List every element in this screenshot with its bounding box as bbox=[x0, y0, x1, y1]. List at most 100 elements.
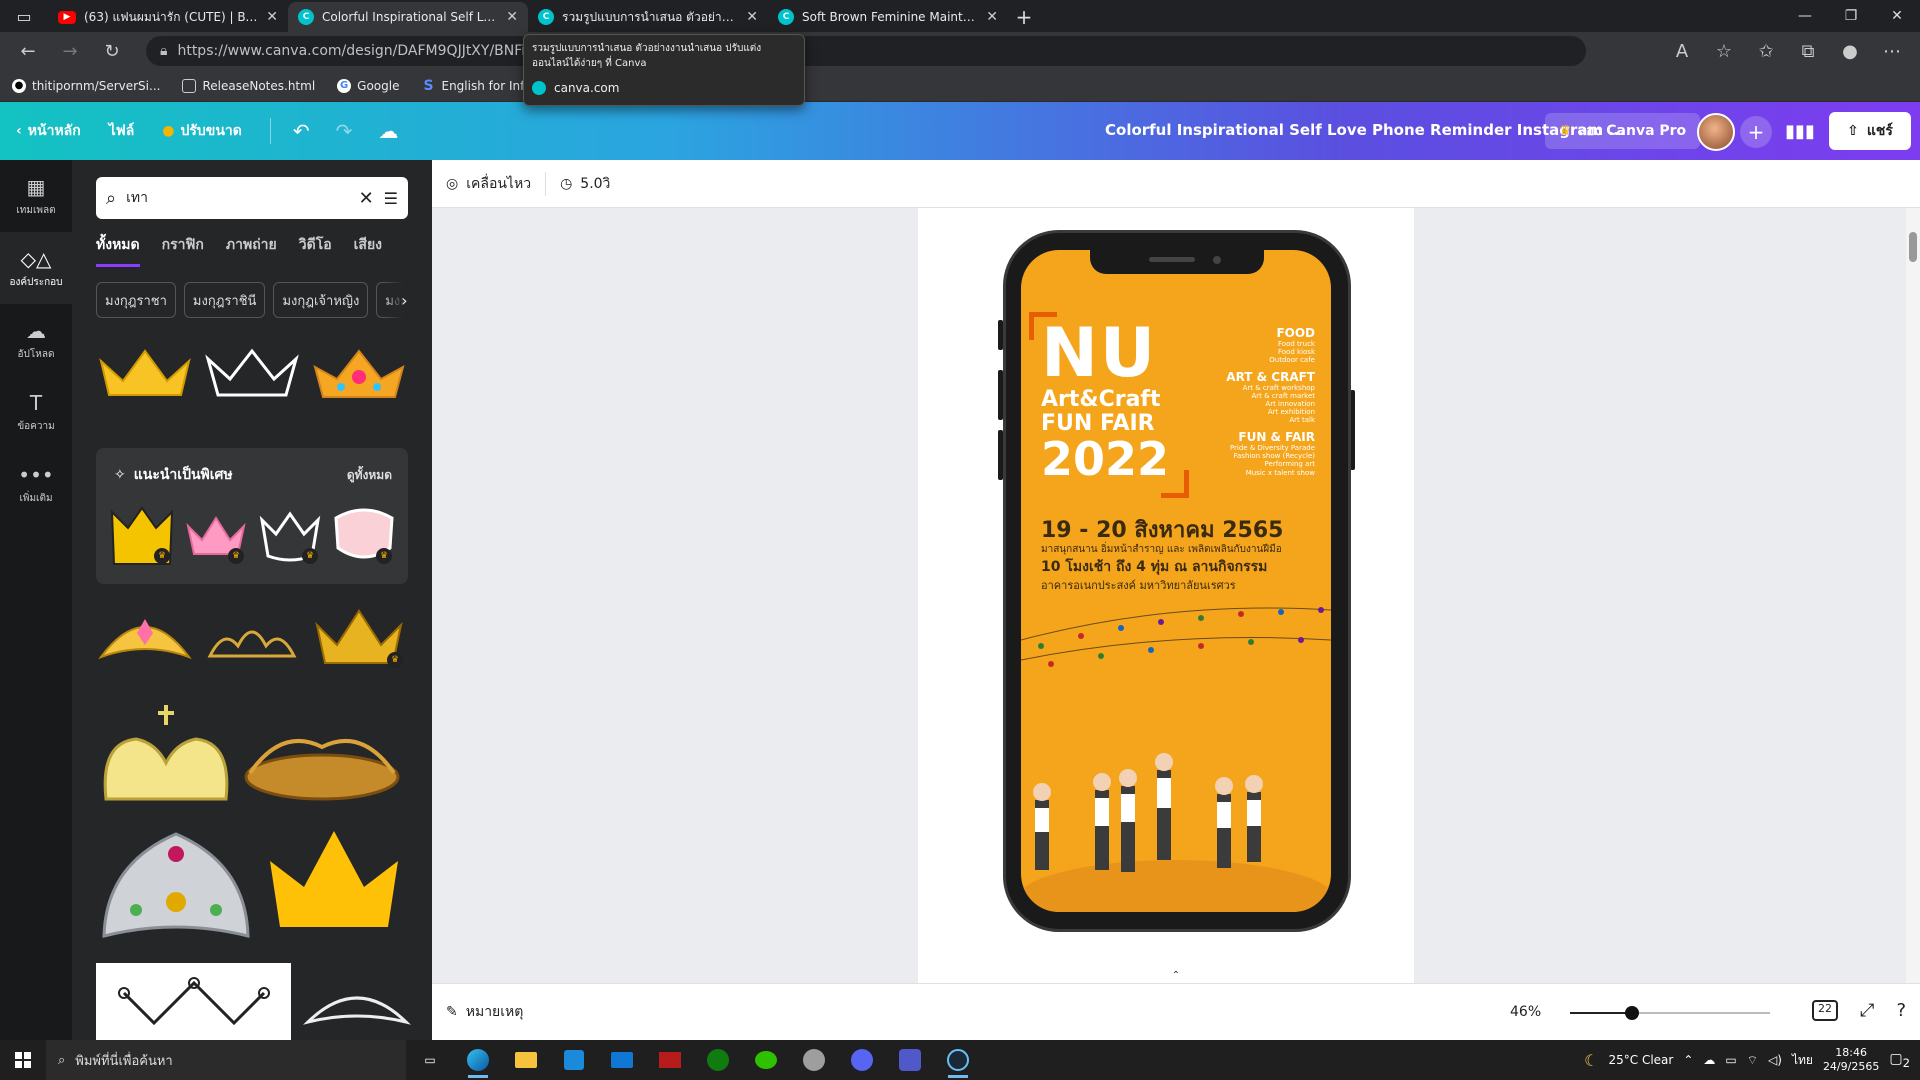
crown-pro-item[interactable]: ♛ bbox=[184, 504, 248, 568]
cloud-icon[interactable]: ☁ bbox=[1703, 1053, 1715, 1067]
store-icon[interactable] bbox=[550, 1040, 598, 1080]
crown-yellow-flat-graphic[interactable] bbox=[264, 814, 404, 950]
clock[interactable]: 18:46 24/9/2565 bbox=[1823, 1046, 1879, 1075]
chevron-right-icon[interactable]: › bbox=[384, 282, 425, 318]
animate-button[interactable]: ◎ เคลื่อนไหว bbox=[446, 173, 531, 195]
language-indicator[interactable]: ไทย bbox=[1792, 1051, 1813, 1070]
restore-icon[interactable]: ❐ bbox=[1828, 0, 1874, 32]
tiara-silver-jeweled-graphic[interactable] bbox=[96, 814, 256, 950]
wechat-icon[interactable] bbox=[742, 1040, 790, 1080]
discord-icon[interactable] bbox=[838, 1040, 886, 1080]
undo-icon[interactable]: ↶ bbox=[293, 119, 310, 143]
help-icon[interactable]: ? bbox=[1896, 1000, 1906, 1021]
bookmark-releasenotes[interactable]: ReleaseNotes.html bbox=[182, 78, 315, 93]
crown-cross-gold-graphic[interactable] bbox=[96, 702, 236, 812]
weather-text[interactable]: 25°C Clear bbox=[1608, 1053, 1673, 1067]
browser-tab-canva-2[interactable]: C รวมรูปแบบการนำเสนอ ตัวอย่างงานนำเ ✕ bbox=[528, 2, 768, 32]
tab-audio[interactable]: เสียง bbox=[354, 234, 382, 267]
crown-line-art-graphic[interactable] bbox=[96, 963, 291, 1040]
close-tab-icon[interactable]: ✕ bbox=[506, 9, 518, 25]
chip-queen-crown[interactable]: มงกุฎราชินี bbox=[183, 282, 266, 318]
crown-jeweled-graphic[interactable] bbox=[310, 343, 407, 403]
close-tab-icon[interactable]: ✕ bbox=[746, 9, 758, 25]
browser-tab-canva-3[interactable]: C Soft Brown Feminine Maintain Yo ✕ bbox=[768, 2, 1008, 32]
bookmark-github[interactable]: ● thitipornm/ServerSi... bbox=[12, 78, 160, 93]
minimize-icon[interactable]: — bbox=[1782, 0, 1828, 32]
game-launcher-icon[interactable] bbox=[790, 1040, 838, 1080]
chip-princess-crown[interactable]: มงกุฎเจ้าหญิง bbox=[273, 282, 369, 318]
tab-videos[interactable]: วิดีโอ bbox=[299, 234, 332, 267]
collections-icon[interactable]: ⧉ bbox=[1790, 35, 1826, 67]
network-icon[interactable]: ⌔ bbox=[1747, 1053, 1758, 1068]
profile-icon[interactable]: ● bbox=[1832, 35, 1868, 67]
resize-button[interactable]: ● ปรับขนาด bbox=[162, 120, 242, 142]
rail-item-uploads[interactable]: ☁ อัปโหลด bbox=[0, 304, 72, 376]
game-app-icon[interactable] bbox=[646, 1040, 694, 1080]
read-aloud-icon[interactable]: A bbox=[1664, 35, 1700, 67]
taskbar-search[interactable]: ⌕ พิมพ์ที่นี่เพื่อค้นหา bbox=[46, 1040, 406, 1080]
file-explorer-icon[interactable] bbox=[502, 1040, 550, 1080]
scroll-thumb[interactable] bbox=[1909, 232, 1917, 262]
chip-king-crown[interactable]: มงกุฎราชา bbox=[96, 282, 176, 318]
rail-item-templates[interactable]: ▦ เทมเพลต bbox=[0, 160, 72, 232]
chevron-up-icon[interactable]: ⌃ bbox=[1683, 1053, 1693, 1067]
battery-icon[interactable]: ▭ bbox=[1725, 1053, 1736, 1067]
search-box[interactable]: ⌕ เทา ✕ ☰ bbox=[96, 177, 408, 219]
duration-button[interactable]: ◷ 5.0วิ bbox=[560, 173, 610, 195]
close-window-icon[interactable]: ✕ bbox=[1874, 0, 1920, 32]
browser-tab-canva-active[interactable]: C Colorful Inspirational Self Love P ✕ bbox=[288, 2, 528, 32]
browser-tab-youtube[interactable]: ▶ (63) แฟนผมน่ารัก (CUTE) | BOW M ✕ bbox=[48, 2, 288, 32]
favorite-icon[interactable]: ☆ bbox=[1706, 35, 1742, 67]
mail-icon[interactable] bbox=[598, 1040, 646, 1080]
tiara-white-graphic[interactable] bbox=[297, 963, 417, 1040]
redo-icon[interactable]: ↷ bbox=[336, 119, 353, 143]
steam-icon[interactable] bbox=[934, 1040, 982, 1080]
crown-outline-graphic[interactable] bbox=[203, 343, 300, 403]
crown-gold-3d-graphic[interactable]: ♛ bbox=[310, 602, 407, 672]
zoom-slider[interactable] bbox=[1570, 1006, 1770, 1020]
zoom-percentage[interactable]: 46% bbox=[1510, 1004, 1541, 1020]
rail-item-more[interactable]: ••• เพิ่มเติม bbox=[0, 448, 72, 520]
reload-icon[interactable]: ↻ bbox=[94, 35, 130, 67]
windows-start-button[interactable] bbox=[0, 1040, 46, 1080]
menu-icon[interactable]: ⋯ bbox=[1874, 35, 1910, 67]
xbox-icon[interactable] bbox=[694, 1040, 742, 1080]
close-tab-icon[interactable]: ✕ bbox=[986, 9, 998, 25]
volume-icon[interactable]: ◁) bbox=[1768, 1053, 1782, 1067]
tab-actions-icon[interactable]: ▭ bbox=[0, 0, 48, 32]
tab-graphics[interactable]: กราฟิก bbox=[162, 234, 204, 267]
avatar[interactable] bbox=[1697, 113, 1735, 151]
share-button[interactable]: ⇧ แชร์ bbox=[1829, 112, 1911, 150]
rail-item-text[interactable]: T ข้อความ bbox=[0, 376, 72, 448]
url-field[interactable]: 🔒︎ https://www.canva.com/design/DAFM9QJJ… bbox=[146, 36, 1586, 66]
cloud-saved-icon[interactable]: ☁ bbox=[378, 119, 398, 143]
tab-photos[interactable]: ภาพถ่าย bbox=[226, 234, 277, 267]
poster-image[interactable]: NU Art&Craft FUN FAIR 2022 FOOD Food tru… bbox=[1021, 250, 1331, 912]
see-all-link[interactable]: ดูทั้งหมด bbox=[347, 466, 392, 485]
crown-gold-graphic[interactable] bbox=[96, 343, 193, 403]
notification-icon[interactable]: ▢2 bbox=[1889, 1051, 1910, 1070]
tiara-pink-gem-graphic[interactable] bbox=[96, 602, 193, 672]
edge-icon[interactable] bbox=[454, 1040, 502, 1080]
crown-pro-item[interactable]: ♛ bbox=[110, 504, 174, 568]
new-tab-button[interactable]: + bbox=[1008, 2, 1040, 32]
home-button[interactable]: ‹ หน้าหลัก bbox=[16, 120, 81, 142]
search-input[interactable]: เทา bbox=[126, 187, 348, 209]
chevron-up-icon[interactable]: ⌃ bbox=[1154, 966, 1198, 984]
bookmark-google[interactable]: G Google bbox=[337, 78, 399, 93]
add-collaborator-button[interactable]: + bbox=[1740, 116, 1772, 148]
file-menu-button[interactable]: ไฟล์ bbox=[109, 120, 135, 142]
notes-button[interactable]: ✎ หมายเหตุ bbox=[446, 1001, 523, 1023]
tab-all[interactable]: ทั้งหมด bbox=[96, 234, 140, 267]
filter-icon[interactable]: ☰ bbox=[384, 189, 398, 208]
back-icon[interactable]: ← bbox=[10, 35, 46, 67]
crown-pro-item[interactable]: ♛ bbox=[258, 504, 322, 568]
crown-ornate-gold-graphic[interactable] bbox=[242, 702, 402, 812]
forward-icon[interactable]: → bbox=[52, 35, 88, 67]
page-count-icon[interactable]: 22 bbox=[1812, 1000, 1839, 1021]
zoom-slider-knob[interactable] bbox=[1625, 1006, 1639, 1020]
fullscreen-icon[interactable]: ⤢ bbox=[1860, 1000, 1874, 1021]
favorites-bar-icon[interactable]: ✩ bbox=[1748, 35, 1784, 67]
task-view-icon[interactable]: ▭ bbox=[406, 1040, 454, 1080]
insights-icon[interactable]: ▮▮▮ bbox=[1782, 113, 1818, 149]
